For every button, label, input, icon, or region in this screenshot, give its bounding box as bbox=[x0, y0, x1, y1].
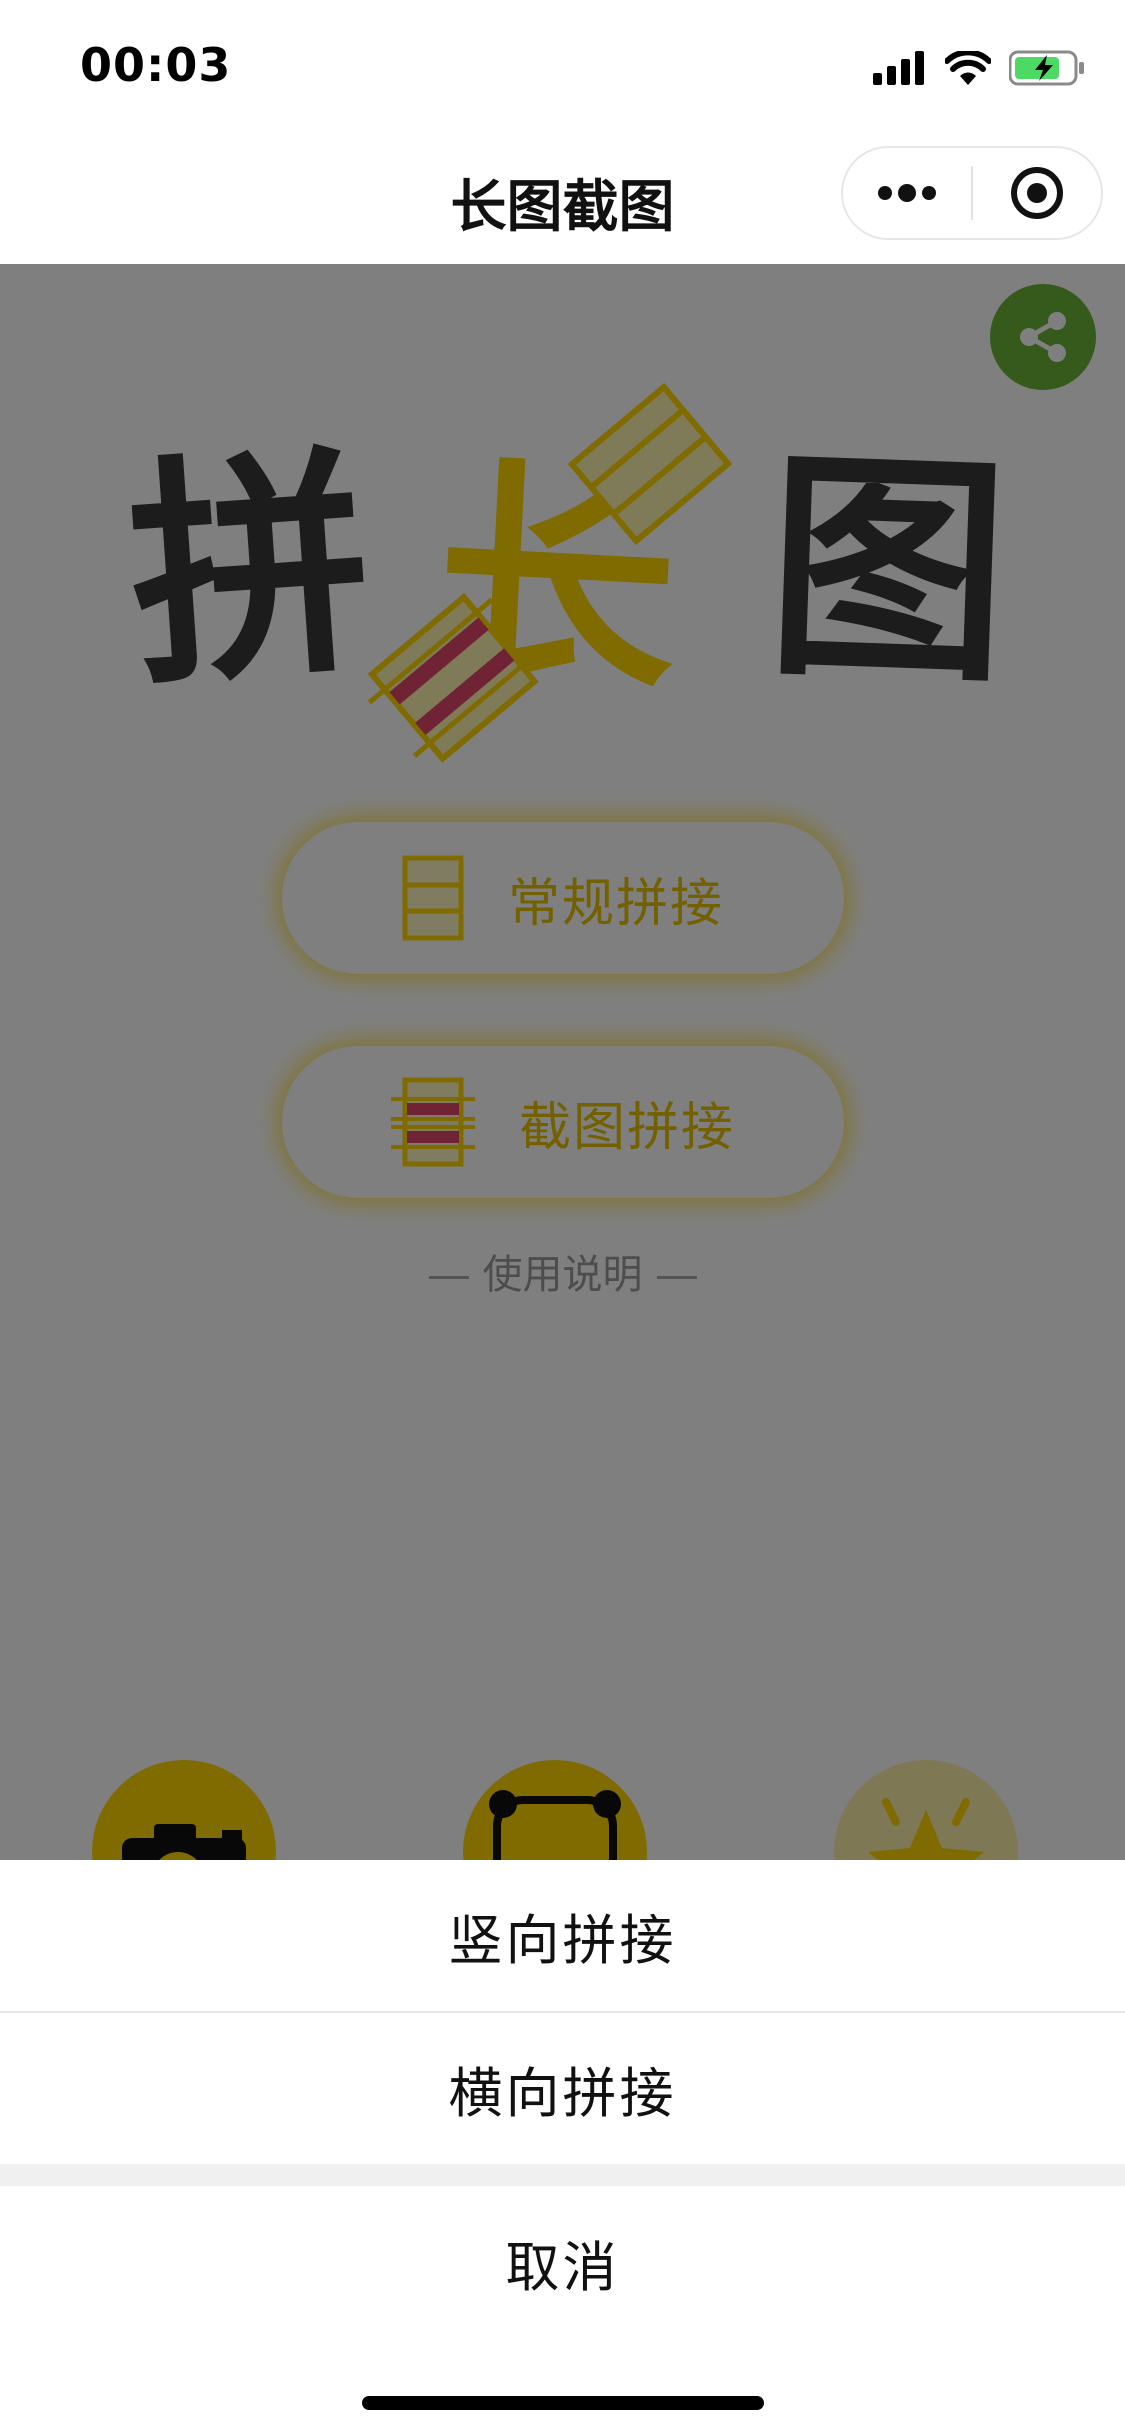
cancel-button[interactable]: 取消 bbox=[0, 2186, 1125, 2338]
close-target-icon bbox=[1010, 167, 1063, 219]
action-sheet: 竖向拼接 横向拼接 取消 bbox=[0, 1860, 1125, 2436]
horizontal-stitch-option[interactable]: 横向拼接 bbox=[0, 2013, 1125, 2163]
nav-bar: 长图截图 bbox=[0, 132, 1125, 264]
wifi-icon bbox=[945, 51, 991, 85]
more-icon bbox=[878, 184, 936, 202]
signal-icon bbox=[873, 51, 924, 85]
mini-program-capsule bbox=[841, 146, 1103, 240]
more-button[interactable] bbox=[843, 148, 971, 238]
status-icons bbox=[873, 46, 1085, 90]
vertical-stitch-option[interactable]: 竖向拼接 bbox=[0, 1860, 1125, 2010]
sheet-gap bbox=[0, 2164, 1125, 2186]
status-bar: 00:03 bbox=[0, 0, 1125, 132]
home-indicator bbox=[362, 2396, 764, 2410]
close-target-button[interactable] bbox=[973, 148, 1101, 238]
status-time: 00:03 bbox=[80, 38, 232, 92]
battery-charging-icon bbox=[1009, 50, 1084, 86]
